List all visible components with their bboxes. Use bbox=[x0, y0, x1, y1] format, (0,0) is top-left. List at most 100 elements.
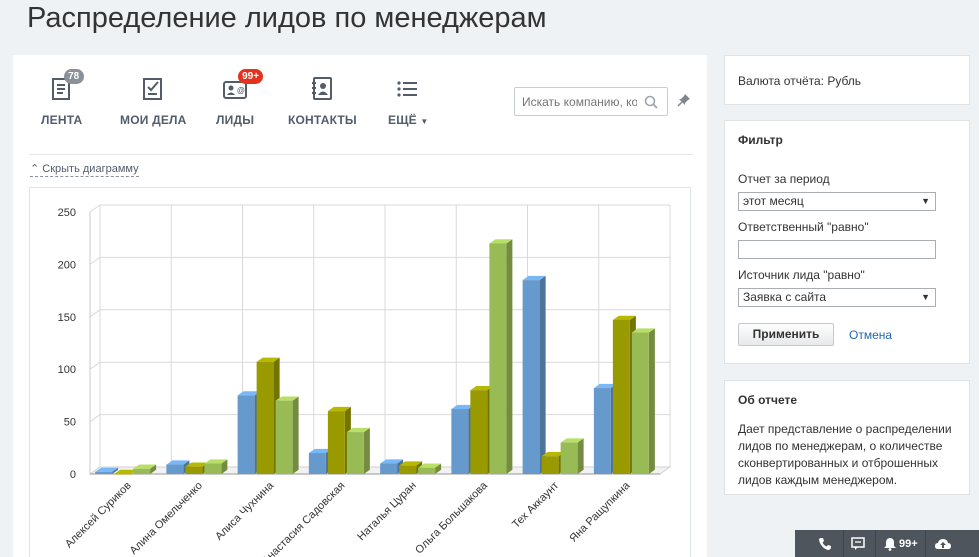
toolbar-item-more[interactable]: ЕЩЁ ▼ bbox=[388, 75, 429, 127]
report-currency: Валюта отчёта: Рубль bbox=[738, 74, 862, 88]
pin-icon[interactable] bbox=[677, 93, 691, 107]
hide-chart-link[interactable]: ⌃ Скрыть диаграмму bbox=[30, 162, 139, 177]
about-report-card: Об отчете Дает представление о распредел… bbox=[724, 380, 970, 495]
bar-front bbox=[489, 243, 507, 474]
bar-front bbox=[346, 432, 364, 474]
bar-front bbox=[275, 400, 293, 474]
bar-front bbox=[95, 471, 113, 474]
bar bbox=[489, 239, 513, 474]
bar-side bbox=[292, 396, 299, 474]
bottom-toolbar: 99+ bbox=[795, 530, 979, 557]
bar-front bbox=[560, 442, 578, 474]
bar-side bbox=[539, 275, 546, 474]
feed-icon: 78 bbox=[49, 69, 84, 103]
separator bbox=[925, 530, 926, 557]
phone-icon[interactable] bbox=[818, 537, 832, 551]
filter-title: Фильтр bbox=[738, 133, 783, 147]
page-title: Распределение лидов по менеджерам bbox=[27, 2, 547, 34]
x-tick-label: Алиса Чухнина bbox=[213, 479, 277, 543]
contacts-icon bbox=[309, 75, 335, 103]
bar-front bbox=[541, 456, 559, 474]
currency-card: Валюта отчёта: Рубль bbox=[724, 55, 970, 105]
more-list-icon bbox=[395, 75, 421, 103]
toolbar-item-contacts[interactable]: КОНТАКТЫ bbox=[288, 75, 357, 127]
x-tick-label: Наталья Цуран bbox=[355, 480, 419, 544]
responsible-input[interactable] bbox=[738, 240, 936, 259]
bar bbox=[275, 396, 299, 474]
svg-text:@: @ bbox=[237, 86, 245, 95]
hide-chart-label: Скрыть диаграмму bbox=[42, 163, 139, 175]
cancel-link[interactable]: Отмена bbox=[849, 328, 892, 342]
bar-front bbox=[612, 319, 630, 474]
toolbar-item-label: МОИ ДЕЛА bbox=[120, 113, 187, 127]
bell-icon[interactable] bbox=[883, 537, 897, 551]
leads-icon: @ 99+ bbox=[222, 69, 264, 103]
leads-bar-chart: 0 50 100 150 200 250 Алексей СуриковАлина Омел… bbox=[58, 204, 672, 557]
bar-front bbox=[237, 395, 255, 474]
bar-side bbox=[506, 239, 513, 474]
search-input[interactable] bbox=[522, 93, 637, 111]
x-tick-label: Тех Аккаунт bbox=[510, 480, 561, 531]
bar bbox=[631, 328, 655, 474]
grid-line bbox=[89, 256, 101, 265]
dropdown-arrow-icon: ▼ bbox=[921, 292, 930, 302]
bar-front bbox=[451, 409, 469, 474]
bar-front bbox=[470, 390, 488, 474]
bar-front bbox=[522, 280, 540, 474]
caret-down-icon: ▼ bbox=[420, 117, 429, 126]
period-select[interactable]: этот месяц ▼ bbox=[738, 192, 936, 211]
bar-front bbox=[133, 468, 151, 474]
y-tick-label: 150 bbox=[58, 312, 76, 324]
grid-line bbox=[89, 309, 101, 318]
separator bbox=[843, 530, 844, 557]
dropdown-arrow-icon: ▼ bbox=[921, 196, 930, 206]
toolbar-item-feed[interactable]: 78 ЛЕНТА bbox=[41, 69, 84, 127]
toolbar-item-leads[interactable]: @ 99+ ЛИДЫ bbox=[216, 69, 264, 127]
bar-front bbox=[631, 332, 649, 474]
search-icon[interactable] bbox=[644, 95, 658, 109]
bar-side bbox=[648, 328, 655, 474]
about-title: Об отчете bbox=[738, 393, 798, 407]
chat-icon[interactable] bbox=[851, 537, 865, 551]
source-value: Заявка с сайта bbox=[743, 290, 827, 304]
leads-count-badge: 99+ bbox=[238, 69, 264, 84]
feed-count-badge: 78 bbox=[63, 69, 84, 84]
toolbar-item-label: КОНТАКТЫ bbox=[288, 113, 357, 127]
grid-line bbox=[89, 361, 101, 370]
bar-front bbox=[166, 464, 184, 474]
bar-front bbox=[308, 453, 326, 474]
bar-front bbox=[256, 361, 274, 474]
apply-button[interactable]: Применить bbox=[738, 323, 834, 346]
bar bbox=[522, 275, 546, 474]
cloud-upload-icon[interactable] bbox=[934, 537, 952, 551]
bar-front bbox=[204, 463, 222, 474]
y-tick-label: 250 bbox=[58, 207, 76, 219]
bar-front bbox=[114, 474, 132, 475]
period-label: Отчет за период bbox=[738, 172, 830, 186]
bar-front bbox=[593, 388, 611, 474]
y-tick-label: 100 bbox=[58, 364, 76, 376]
bar bbox=[346, 427, 370, 474]
toolbar-divider bbox=[29, 154, 693, 155]
x-tick-label: Ольга Большакова bbox=[413, 479, 490, 556]
y-tick-label: 200 bbox=[58, 259, 76, 271]
notification-count: 99+ bbox=[899, 538, 918, 550]
toolbar-item-tasks[interactable]: МОИ ДЕЛА bbox=[120, 75, 187, 127]
period-value: этот месяц bbox=[743, 194, 804, 208]
filter-card: Фильтр Отчет за период этот месяц ▼ Отве… bbox=[724, 120, 970, 364]
about-text: Дает представление о распределении лидов… bbox=[738, 422, 952, 487]
bar bbox=[560, 438, 584, 474]
source-label: Источник лида "равно" bbox=[738, 268, 865, 282]
x-tick-label: Алексей Суриков bbox=[63, 480, 134, 551]
x-tick-label: Яна Ращупкина bbox=[567, 479, 633, 545]
bar bbox=[204, 459, 228, 474]
y-tick-label: 0 bbox=[70, 469, 76, 481]
toolbar-item-label: ЛЕНТА bbox=[41, 113, 83, 127]
bar-front bbox=[327, 411, 345, 474]
x-tick-label: Алина Омельченко bbox=[128, 480, 205, 557]
bar-front bbox=[418, 467, 436, 474]
bar-side bbox=[363, 427, 370, 474]
report-panel: 78 ЛЕНТА МОИ ДЕЛА @ 99+ ЛИДЫ КОНТАКТЫ ЕЩ… bbox=[13, 55, 707, 557]
bar-front bbox=[185, 466, 203, 474]
source-select[interactable]: Заявка с сайта ▼ bbox=[738, 288, 936, 307]
